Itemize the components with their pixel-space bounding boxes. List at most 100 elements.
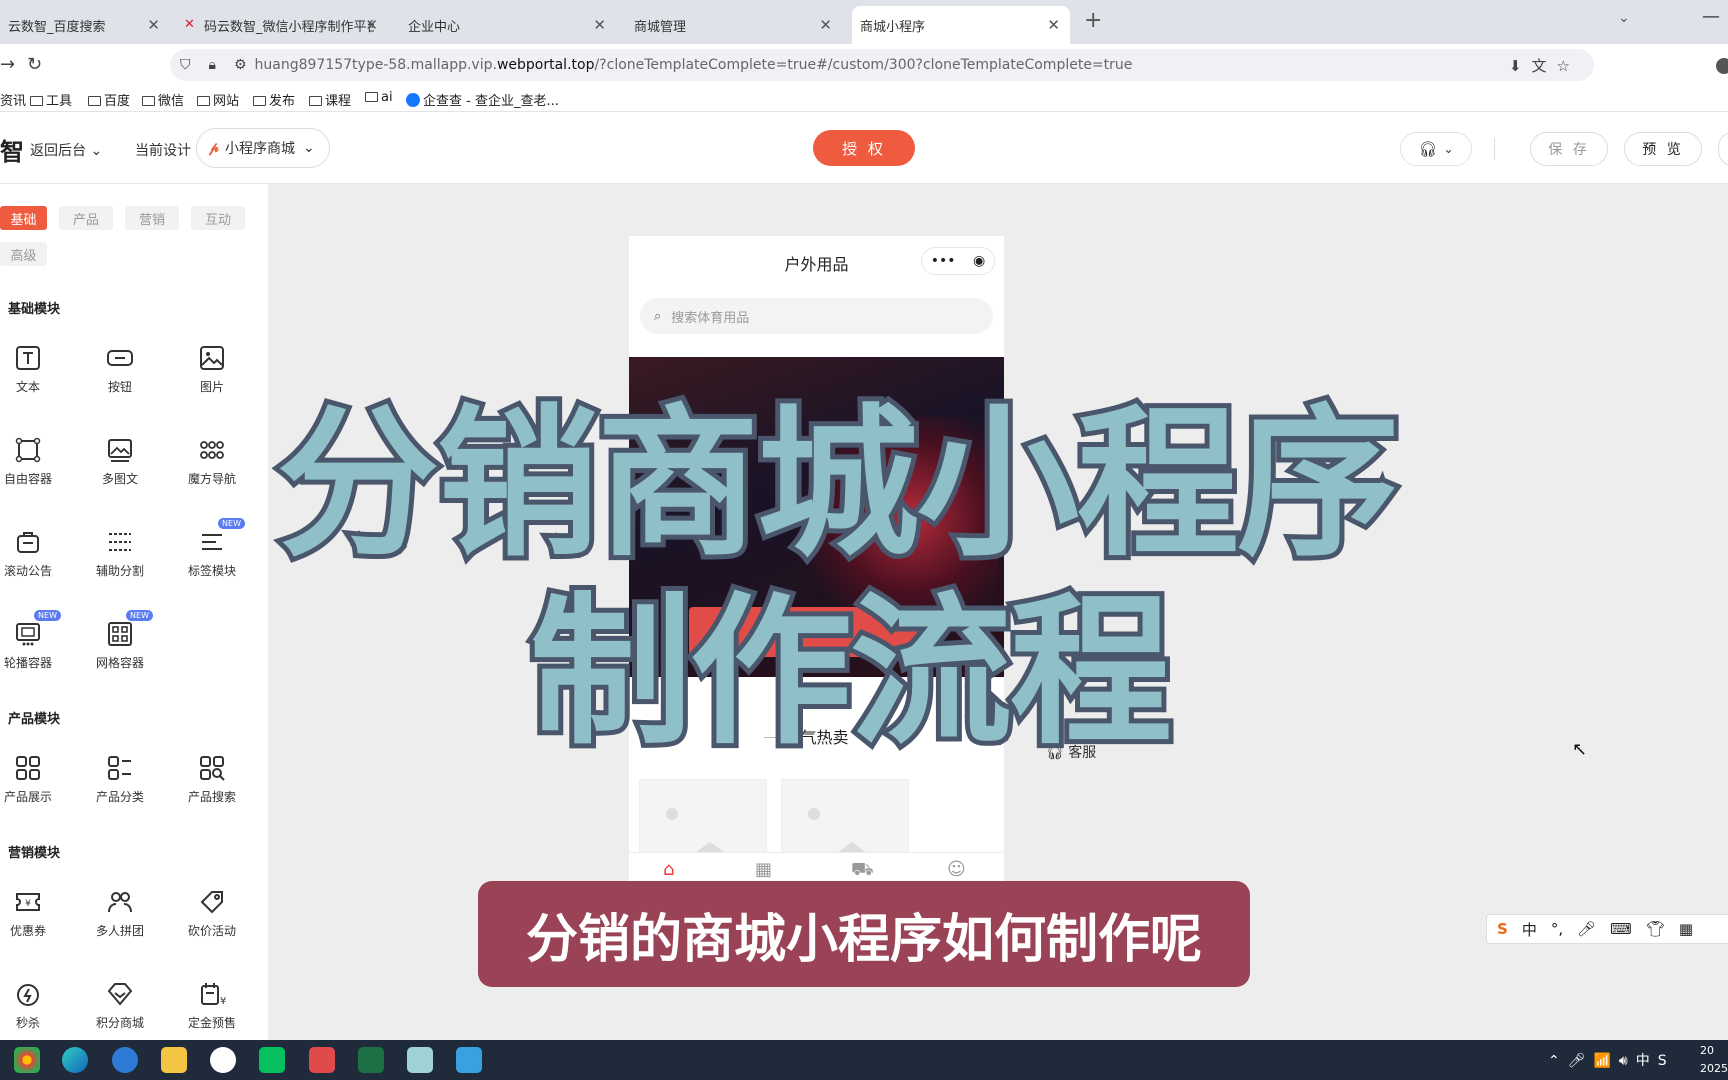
reload-icon[interactable]: ↻ <box>27 54 42 75</box>
component-carousel[interactable]: NEW 轮播容器 <box>0 610 69 690</box>
tab-advanced[interactable]: 高级 <box>0 242 47 266</box>
customer-service-dropdown[interactable]: 🎧︎ ⌄ <box>1400 132 1472 166</box>
back-to-admin-button[interactable]: 返回后台 ⌄ <box>30 140 102 160</box>
minimize-icon[interactable]: — <box>1702 6 1720 27</box>
tab-label: 码云数智_微信小程序制作平台_ <box>204 19 374 35</box>
system-tray[interactable]: ⌃🎤︎📶🔊︎中S <box>1548 1050 1675 1070</box>
close-icon[interactable]: ✕ <box>365 16 378 34</box>
bookmark-item[interactable]: 网站 <box>197 90 239 109</box>
category-icon[interactable]: ▦ <box>755 859 772 880</box>
design-selector[interactable]: 𝓅 小程序商城 ⌄ <box>196 128 330 168</box>
component-grid-container[interactable]: NEW 网格容器 <box>79 610 161 690</box>
video-editor-icon[interactable] <box>309 1047 335 1073</box>
edge-icon[interactable] <box>62 1047 88 1073</box>
punctuation-icon[interactable]: °, <box>1551 920 1563 938</box>
target-icon[interactable]: ◉ <box>973 253 985 269</box>
component-divider[interactable]: 辅助分割 <box>79 528 161 598</box>
tab-mall-miniprogram[interactable]: 商城小程序 ✕ <box>852 6 1070 44</box>
bookmark-item[interactable]: 工具 <box>30 90 72 109</box>
more-button[interactable] <box>1718 132 1728 166</box>
component-image[interactable]: 图片 <box>171 344 253 414</box>
component-scroll-notice[interactable]: 滚动公告 <box>0 528 69 598</box>
bookmark-item[interactable]: ai <box>365 90 393 105</box>
link-icon: 𝓅 <box>209 140 219 156</box>
notes-icon[interactable] <box>407 1047 433 1073</box>
browser-s-icon[interactable] <box>112 1047 138 1073</box>
new-badge: NEW <box>218 518 245 529</box>
group-users-icon <box>108 892 132 913</box>
bookmark-item[interactable]: 百度 <box>88 90 130 109</box>
close-icon[interactable]: ✕ <box>147 16 160 34</box>
user-icon[interactable]: ☺ <box>947 859 966 880</box>
bookmark-item[interactable]: 微信 <box>142 90 184 109</box>
tab-mayun[interactable]: ✕ 码云数智_微信小程序制作平台_ ✕ <box>176 6 388 44</box>
toolbox-icon[interactable]: ▦ <box>1679 920 1693 938</box>
close-icon[interactable]: ✕ <box>1047 16 1060 34</box>
component-product-display[interactable]: 产品展示 <box>0 754 69 824</box>
component-text[interactable]: 文本 <box>0 344 69 414</box>
component-group-buy[interactable]: 多人拼团 <box>79 888 161 958</box>
component-free-container[interactable]: 自由容器 <box>0 436 69 506</box>
component-coupon[interactable]: ¥ 优惠券 <box>0 888 69 958</box>
new-tab-icon[interactable]: + <box>1084 8 1102 33</box>
component-product-category[interactable]: 产品分类 <box>79 754 161 824</box>
site-settings-icon[interactable]: ⚙︎ <box>234 57 247 73</box>
app-icon[interactable] <box>456 1047 482 1073</box>
component-bargain[interactable]: 砍价活动 <box>171 888 253 958</box>
product-category-icon <box>108 756 131 780</box>
keyboard-icon[interactable]: ⌨ <box>1610 920 1632 938</box>
skin-icon[interactable]: 👕︎ <box>1646 920 1665 938</box>
sogou-icon[interactable]: S <box>1497 920 1508 938</box>
search-input[interactable]: ⌕ 搜索体育用品 <box>640 298 993 334</box>
close-icon[interactable]: ✕ <box>593 16 606 34</box>
bookmark-item[interactable]: 课程 <box>309 90 351 109</box>
folder-icon[interactable] <box>161 1047 187 1073</box>
forward-icon[interactable]: → <box>0 54 15 75</box>
tab-marketing[interactable]: 营销 <box>125 206 179 230</box>
grid-icon <box>108 622 132 646</box>
save-button[interactable]: 保 存 <box>1530 132 1608 166</box>
folder-icon <box>30 96 43 106</box>
tab-enterprise-center[interactable]: 企业中心 ✕ <box>400 6 616 44</box>
ime-mode[interactable]: 中 <box>1522 919 1537 940</box>
bookmark-item[interactable]: 企查查 - 查企业_查老... <box>406 90 559 109</box>
bookmark-item[interactable]: 资讯 <box>0 90 26 109</box>
tab-baidu-search[interactable]: 云数智_百度搜索 ✕ <box>0 6 170 44</box>
component-button[interactable]: 按钮 <box>79 344 161 414</box>
notice-icon <box>17 532 39 553</box>
diamond-icon <box>107 983 133 1006</box>
more-dots-icon[interactable]: ••• <box>931 253 956 269</box>
miniprogram-capsule[interactable]: ••• ◉ <box>921 247 995 275</box>
folder-icon <box>197 96 210 106</box>
url-action-icons[interactable]: ⬇︎文☆ <box>1509 55 1580 76</box>
mayun-logo-icon: ✕ <box>184 17 195 32</box>
profile-avatar[interactable] <box>1716 58 1728 74</box>
url-input[interactable]: ⛉ 🔒︎ ⚙︎ huang897157type-58.mallapp.vip. w… <box>170 49 1594 81</box>
authorize-button[interactable]: 授 权 <box>813 130 915 166</box>
wechat-icon[interactable] <box>259 1047 285 1073</box>
tab-product[interactable]: 产品 <box>59 206 113 230</box>
component-magic-nav[interactable]: 魔方导航 <box>171 436 253 506</box>
cart-icon[interactable]: ⛟ <box>851 859 874 883</box>
qq-icon[interactable] <box>210 1047 236 1073</box>
component-product-search[interactable]: 产品搜索 <box>171 754 253 824</box>
bargain-tag-icon <box>200 891 223 914</box>
tab-mall-manage[interactable]: 商城管理 ✕ <box>626 6 842 44</box>
preview-button[interactable]: 预 览 <box>1624 132 1702 166</box>
chevron-down-icon: ⌄ <box>90 143 103 159</box>
tab-basic[interactable]: 基础 <box>0 206 47 230</box>
bookmark-item[interactable]: 发布 <box>253 90 295 109</box>
component-tag[interactable]: NEW 标签模块 <box>171 518 253 598</box>
component-multi-image-text[interactable]: 多图文 <box>79 436 161 506</box>
tab-interaction[interactable]: 互动 <box>191 206 245 230</box>
close-icon[interactable]: ✕ <box>819 16 832 34</box>
home-icon[interactable]: ⌂ <box>663 859 674 880</box>
product-search-icon <box>200 756 225 781</box>
mic-icon[interactable]: 🎤︎ <box>1577 920 1596 938</box>
chevron-down-icon[interactable]: ⌄ <box>1618 10 1630 26</box>
shield-icon: ⛉ <box>180 57 191 73</box>
clock[interactable]: 20 2025 <box>1700 1042 1728 1078</box>
chrome-icon[interactable] <box>14 1047 40 1073</box>
flash-sale-icon <box>17 984 39 1006</box>
excel-icon[interactable] <box>358 1047 384 1073</box>
